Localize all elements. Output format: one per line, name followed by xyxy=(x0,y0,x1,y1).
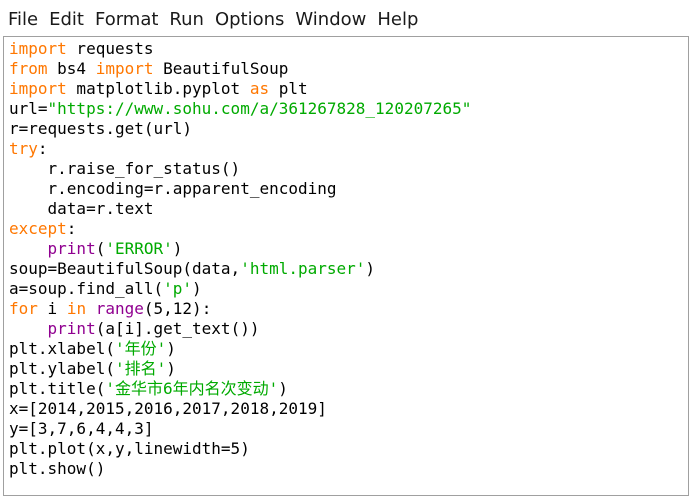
code-token: data=r.text xyxy=(9,199,154,218)
code-token: ( xyxy=(95,239,106,258)
code-token: : xyxy=(66,219,77,238)
code-token: BeautifulSoup xyxy=(153,59,289,78)
code-token: plt.xlabel( xyxy=(9,339,115,358)
code-line[interactable]: url="https://www.sohu.com/a/361267828_12… xyxy=(9,99,471,119)
code-token: ) xyxy=(172,239,183,258)
code-line[interactable]: a=soup.find_all('p') xyxy=(9,279,471,299)
code-line[interactable]: y=[3,7,6,4,4,3] xyxy=(9,419,471,439)
code-token: '年份' xyxy=(114,339,167,358)
code-token: a=soup.find_all( xyxy=(9,279,164,298)
menu-options[interactable]: Options xyxy=(215,9,284,30)
code-line[interactable]: r.encoding=r.apparent_encoding xyxy=(9,179,471,199)
code-token: ) xyxy=(192,279,202,298)
code-token: "https://www.sohu.com/a/361267828_120207… xyxy=(47,99,472,118)
code-line[interactable]: for i in range(5,12): xyxy=(9,299,471,319)
code-token: plt xyxy=(269,79,308,98)
menu-bar: File Edit Format Run Options Window Help xyxy=(0,0,691,38)
code-token: for xyxy=(9,299,38,318)
code-token: y=[3,7,6,4,4,3] xyxy=(9,419,154,438)
code-token: requests xyxy=(66,39,154,58)
code-token: ) xyxy=(166,339,176,358)
code-token: '金华市6年内名次变动' xyxy=(105,379,279,398)
code-token: r.encoding=r.apparent_encoding xyxy=(9,179,337,198)
code-line[interactable]: r.raise_for_status() xyxy=(9,159,471,179)
code-editor[interactable]: import requests from bs4 import Beautiful… xyxy=(3,36,689,496)
code-line[interactable]: try: xyxy=(9,139,471,159)
code-token: ) xyxy=(278,379,288,398)
code-token: (a[i].get_text()) xyxy=(95,319,260,338)
code-line[interactable]: x=[2014,2015,2016,2017,2018,2019] xyxy=(9,399,471,419)
code-line[interactable]: plt.plot(x,y,linewidth=5) xyxy=(9,439,471,459)
code-token: plt.show() xyxy=(9,459,106,478)
code-token: 'ERROR' xyxy=(105,239,173,258)
code-token: import xyxy=(9,39,67,58)
menu-edit[interactable]: Edit xyxy=(49,9,84,30)
menu-run[interactable]: Run xyxy=(169,9,204,30)
code-token: in xyxy=(66,299,87,318)
menu-help[interactable]: Help xyxy=(377,9,418,30)
code-token: import xyxy=(9,79,67,98)
code-token: x=[2014,2015,2016,2017,2018,2019] xyxy=(9,399,327,418)
code-line[interactable]: soup=BeautifulSoup(data,'html.parser') xyxy=(9,259,471,279)
code-token: try xyxy=(9,139,38,158)
code-token: import xyxy=(95,59,154,78)
code-token: '排名' xyxy=(114,359,167,378)
code-token: plt.title( xyxy=(9,379,106,398)
code-line[interactable]: plt.title('金华市6年内名次变动') xyxy=(9,379,471,399)
code-line[interactable]: data=r.text xyxy=(9,199,471,219)
code-line[interactable]: from bs4 import BeautifulSoup xyxy=(9,59,471,79)
code-token: plt.ylabel( xyxy=(9,359,115,378)
code-token: print xyxy=(47,239,96,258)
code-line[interactable]: r=requests.get(url) xyxy=(9,119,471,139)
code-token: 'html.parser' xyxy=(240,259,366,278)
code-line[interactable]: import matplotlib.pyplot as plt xyxy=(9,79,471,99)
code-token: ) xyxy=(166,359,176,378)
code-token: as xyxy=(249,79,270,98)
idle-editor-window: File Edit Format Run Options Window Help… xyxy=(0,0,691,498)
code-line[interactable]: print(a[i].get_text()) xyxy=(9,319,471,339)
code-token: print xyxy=(47,319,96,338)
code-token: r=requests.get(url) xyxy=(9,119,193,138)
menu-window[interactable]: Window xyxy=(295,9,366,30)
code-line[interactable]: plt.show() xyxy=(9,459,471,479)
code-line[interactable]: except: xyxy=(9,219,471,239)
code-token: soup=BeautifulSoup(data, xyxy=(9,259,241,278)
code-token: (5,12): xyxy=(143,299,212,318)
menu-format[interactable]: Format xyxy=(95,9,158,30)
code-token: 'p' xyxy=(163,279,193,298)
code-token: bs4 xyxy=(47,59,96,78)
code-token: url= xyxy=(9,99,48,118)
code-token: i xyxy=(37,299,67,318)
code-token: : xyxy=(37,139,48,158)
code-text[interactable]: import requests from bs4 import Beautiful… xyxy=(9,39,471,479)
code-line[interactable]: plt.xlabel('年份') xyxy=(9,339,471,359)
code-line[interactable]: plt.ylabel('排名') xyxy=(9,359,471,379)
menu-file[interactable]: File xyxy=(8,9,38,30)
code-token: r.raise_for_status() xyxy=(9,159,241,178)
code-token: range xyxy=(95,299,144,318)
code-token: from xyxy=(9,59,48,78)
code-token: plt.plot(x,y,linewidth=5) xyxy=(9,439,250,458)
code-token: except xyxy=(9,219,67,238)
code-token: ) xyxy=(365,259,376,278)
code-line[interactable]: import requests xyxy=(9,39,471,59)
code-token: matplotlib.pyplot xyxy=(66,79,250,98)
code-line[interactable]: print('ERROR') xyxy=(9,239,471,259)
